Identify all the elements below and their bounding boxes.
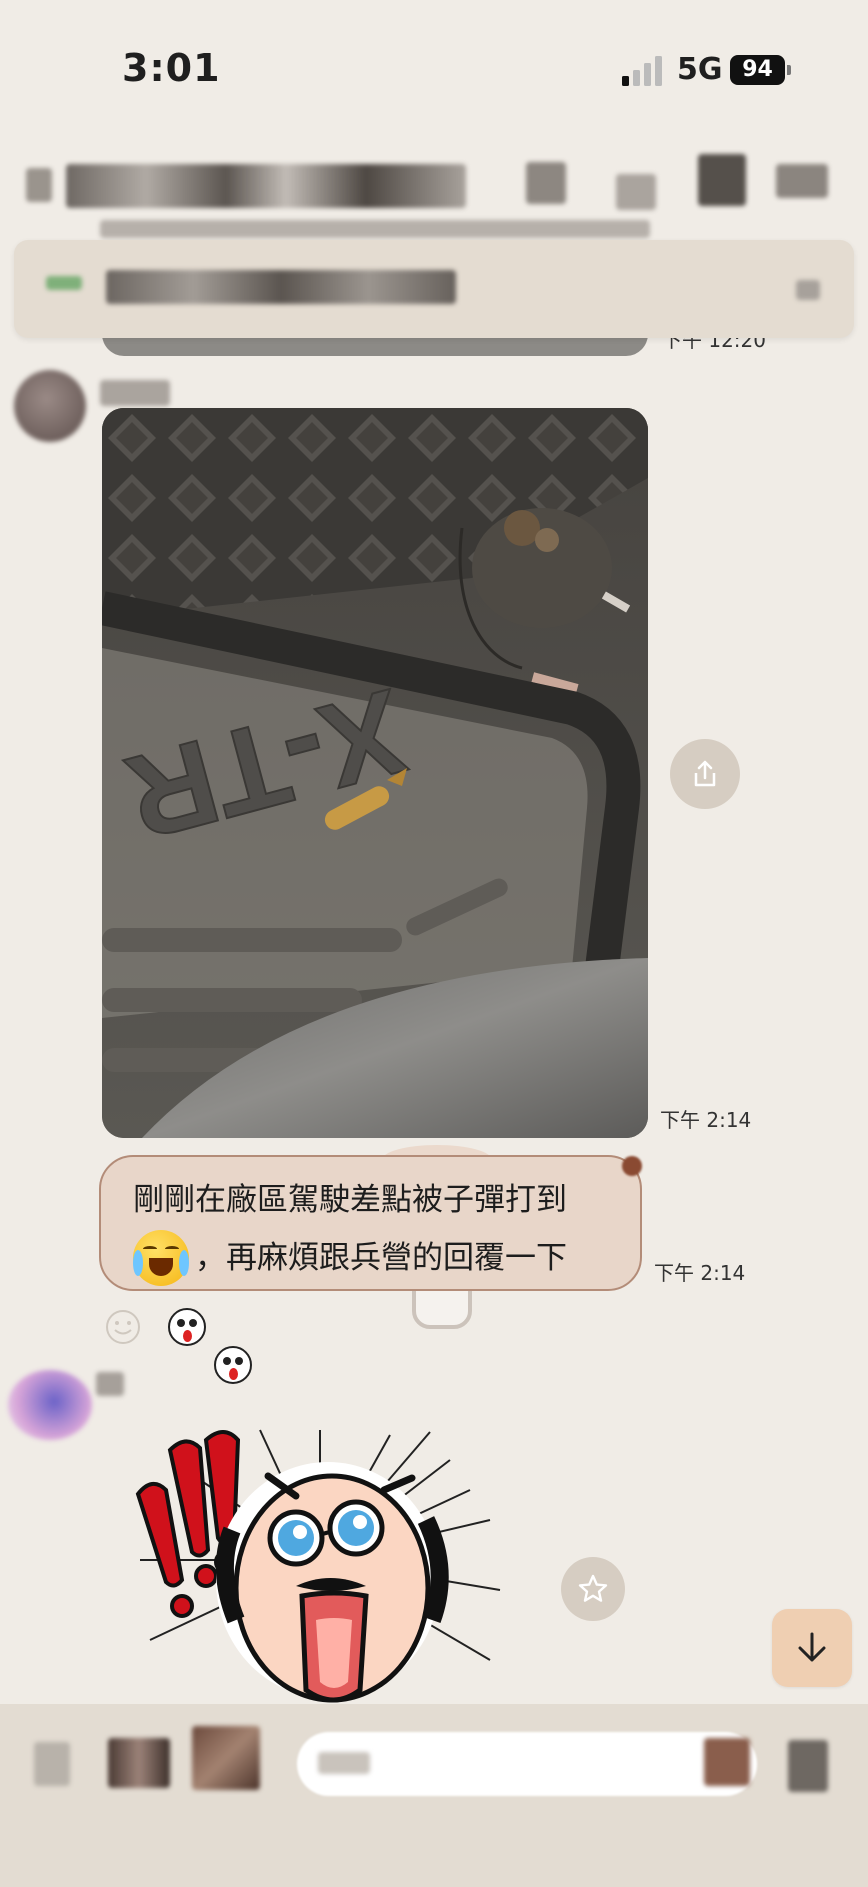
- status-time: 3:01: [122, 46, 221, 90]
- reply-avatar-badge: [622, 1156, 642, 1176]
- chat-header: [0, 140, 868, 240]
- message-text-line2: ，再麻煩跟兵營的回覆一下: [195, 1240, 567, 1276]
- message-text-line1: 剛剛在廠區駕駛差點被子彈打到: [133, 1182, 567, 1218]
- text-message-timestamp: 下午 2:14: [654, 1261, 746, 1285]
- crying-laughing-emoji: [133, 1230, 189, 1286]
- shocked-man-sticker: [135, 1429, 501, 1703]
- star-icon: [578, 1574, 608, 1602]
- signal-icon: [622, 56, 662, 86]
- share-button[interactable]: [670, 739, 740, 809]
- sticker-message[interactable]: [120, 1420, 520, 1710]
- voice-button[interactable]: [788, 1740, 828, 1792]
- text-message-bubble[interactable]: 剛剛在廠區駕駛差點被子彈打到 ，再麻煩跟兵營的回覆一下: [99, 1155, 642, 1291]
- car-floor-photo: X-TR: [102, 408, 648, 1138]
- search-icon[interactable]: [616, 174, 656, 210]
- smile-icon[interactable]: [104, 1308, 142, 1346]
- announcement-icon: [46, 276, 82, 290]
- camera-button[interactable]: [108, 1738, 170, 1788]
- emoji-button[interactable]: [704, 1738, 750, 1786]
- favorite-button[interactable]: [561, 1557, 625, 1621]
- network-label: 5G: [677, 52, 723, 87]
- shocked-reaction-icon[interactable]: [214, 1346, 252, 1384]
- pinned-announcement[interactable]: [14, 240, 854, 338]
- image-message-timestamp: 下午 2:14: [660, 1108, 752, 1132]
- chat-title: [66, 164, 466, 208]
- back-button[interactable]: [26, 168, 52, 202]
- notes-icon[interactable]: [698, 154, 746, 206]
- avatar[interactable]: [14, 370, 86, 442]
- image-message[interactable]: X-TR: [102, 408, 648, 1138]
- sender-name: [96, 1372, 124, 1396]
- scroll-to-bottom-button[interactable]: [772, 1609, 852, 1687]
- shocked-reaction-icon[interactable]: [168, 1308, 206, 1346]
- photo-button[interactable]: [192, 1726, 260, 1790]
- menu-icon[interactable]: [776, 164, 828, 198]
- add-button[interactable]: [34, 1742, 70, 1786]
- avatar[interactable]: [8, 1370, 92, 1440]
- battery-indicator: 94: [730, 55, 791, 85]
- input-placeholder: [318, 1752, 370, 1774]
- arrow-down-icon: [798, 1632, 826, 1662]
- sender-name: [100, 380, 170, 406]
- announcement-text: [106, 270, 456, 304]
- call-icon[interactable]: [526, 162, 566, 204]
- share-icon: [694, 760, 716, 787]
- expand-icon[interactable]: [796, 280, 820, 300]
- chat-subtitle: [100, 220, 650, 238]
